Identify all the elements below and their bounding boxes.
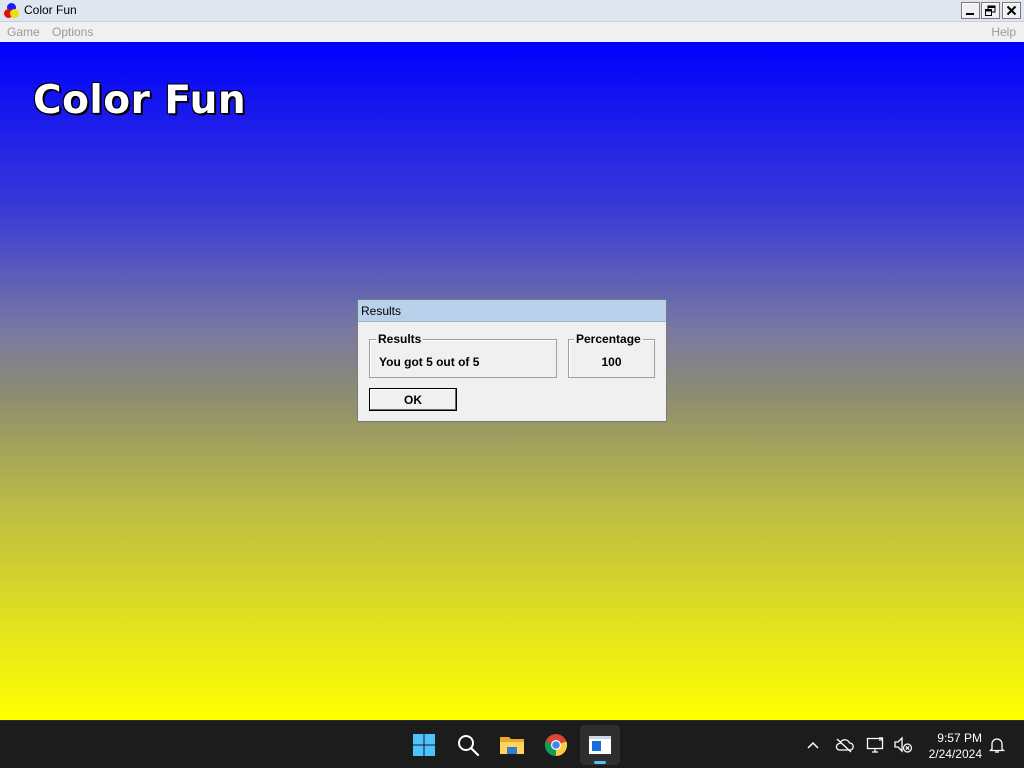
color-fun-app-icon [589, 736, 611, 754]
restore-button[interactable] [981, 2, 1000, 19]
chevron-up-icon [807, 741, 819, 749]
show-hidden-icons-button[interactable] [803, 735, 823, 755]
network-icon [866, 737, 884, 753]
network-tray-button[interactable] [866, 735, 886, 755]
dialog-title: Results [361, 304, 402, 318]
percentage-group-label: Percentage [574, 332, 643, 346]
results-groupbox: Results You got 5 out of 5 [369, 332, 557, 378]
percentage-value: 100 [601, 355, 622, 369]
taskbar: 9:57 PM 2/24/2024 [0, 720, 1024, 768]
volume-muted-icon [894, 736, 913, 753]
clock-time: 9:57 PM [937, 731, 982, 745]
window-title: Color Fun [24, 3, 77, 17]
percentage-groupbox: Percentage 100 [568, 332, 655, 378]
results-dialog: Results Results You got 5 out of 5 Perce… [357, 299, 667, 422]
taskbar-clock[interactable]: 9:57 PM 2/24/2024 [918, 730, 982, 762]
notifications-button[interactable] [987, 735, 1007, 755]
menu-game[interactable]: Game [7, 25, 40, 39]
ok-button[interactable]: OK [369, 388, 457, 411]
windows-start-icon [413, 734, 435, 756]
results-score-text: You got 5 out of 5 [379, 355, 480, 369]
search-icon [458, 735, 480, 757]
start-button[interactable] [404, 725, 444, 765]
minimize-icon [966, 13, 974, 15]
game-title: Color Fun [33, 78, 247, 123]
clock-date: 2/24/2024 [928, 747, 982, 761]
dialog-titlebar[interactable]: Results [358, 300, 666, 322]
menubar: Game Options Help [0, 22, 1024, 42]
close-button[interactable] [1002, 2, 1021, 19]
minimize-button[interactable] [961, 2, 980, 19]
color-fun-taskbar-button[interactable] [580, 725, 620, 765]
window-titlebar[interactable]: Color Fun [0, 0, 1024, 22]
desktop-screen: Color Fun Game Options Help Color Fun Re… [0, 0, 1024, 768]
file-explorer-icon [500, 737, 524, 754]
close-icon [1006, 5, 1017, 16]
chrome-button[interactable] [536, 725, 576, 765]
menu-help[interactable]: Help [991, 25, 1016, 39]
file-explorer-button[interactable] [492, 725, 532, 765]
chrome-icon [544, 734, 568, 757]
cloud-offline-icon [835, 738, 854, 753]
menu-options[interactable]: Options [52, 25, 93, 39]
notification-bell-icon [988, 738, 1006, 753]
onedrive-tray-button[interactable] [834, 735, 854, 755]
restore-icon [985, 5, 996, 16]
volume-tray-button[interactable] [893, 735, 913, 755]
color-fun-app-icon [4, 3, 20, 19]
results-group-label: Results [376, 332, 424, 346]
active-app-indicator [594, 761, 606, 764]
search-button[interactable] [448, 725, 488, 765]
